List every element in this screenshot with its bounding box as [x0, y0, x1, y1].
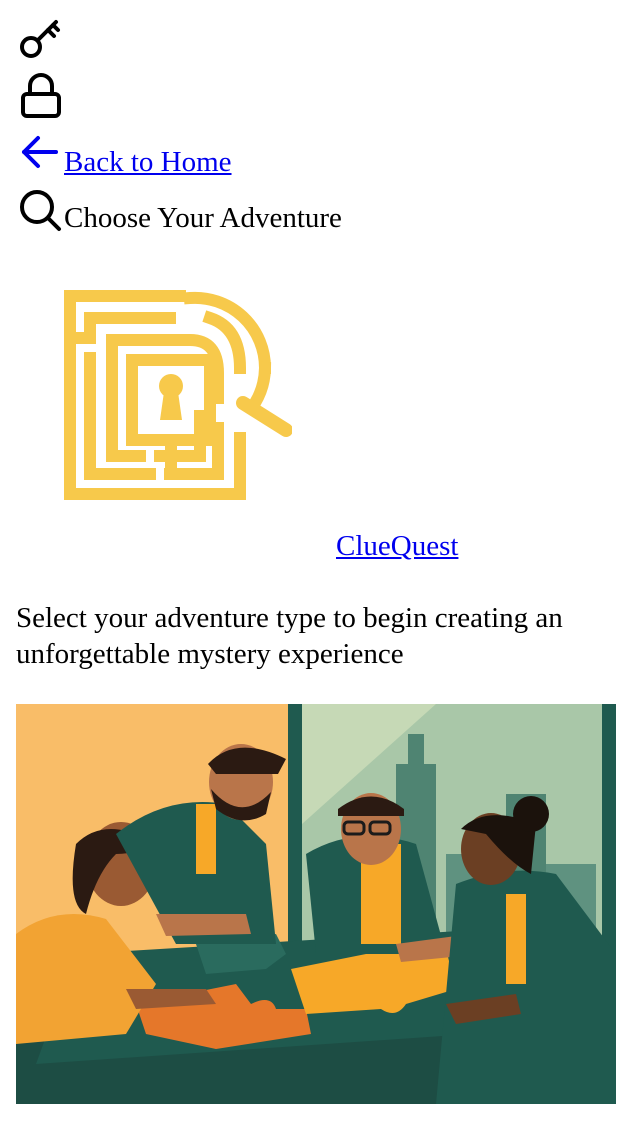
section-title: Choose Your Adventure	[64, 202, 342, 234]
key-icon	[18, 18, 62, 62]
hero-illustration	[16, 704, 616, 1104]
arrow-left-icon[interactable]	[20, 134, 58, 170]
lock-icon	[20, 72, 62, 120]
brand-link[interactable]: ClueQuest	[336, 530, 458, 563]
back-to-home-link[interactable]: Back to Home	[64, 146, 232, 179]
cluequest-logo	[60, 288, 293, 507]
intro-text: Select your adventure type to begin crea…	[16, 602, 563, 670]
search-icon	[18, 188, 62, 232]
